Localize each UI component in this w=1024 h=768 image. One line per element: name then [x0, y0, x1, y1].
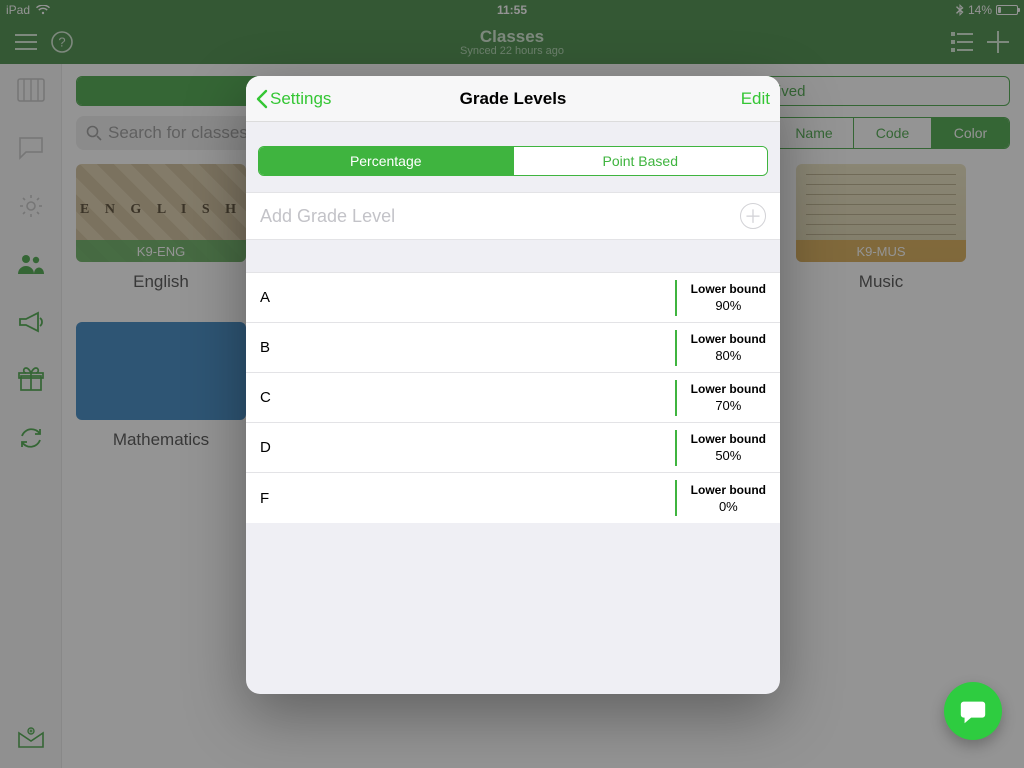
grade-row[interactable]: B Lower bound 80%: [246, 323, 780, 373]
grade-pct: 0%: [691, 499, 766, 514]
grade-list: A Lower bound 90% B Lower bound 80%: [246, 272, 780, 523]
lower-bound-label: Lower bound: [691, 332, 766, 346]
grade-levels-dialog: Settings Grade Levels Edit Percentage Po…: [246, 76, 780, 694]
lower-bound-label: Lower bound: [691, 282, 766, 296]
chat-fab[interactable]: [944, 682, 1002, 740]
back-label: Settings: [270, 89, 331, 109]
grade-row[interactable]: D Lower bound 50%: [246, 423, 780, 473]
seg-percentage[interactable]: Percentage: [259, 147, 513, 175]
grade-pct: 50%: [691, 448, 766, 463]
add-grade-placeholder: Add Grade Level: [260, 206, 395, 227]
grade-pct: 80%: [691, 348, 766, 363]
grade-letter: A: [260, 289, 270, 306]
grade-pct: 90%: [691, 298, 766, 313]
grade-row[interactable]: F Lower bound 0%: [246, 473, 780, 523]
grade-letter: D: [260, 439, 271, 456]
grade-row[interactable]: A Lower bound 90%: [246, 273, 780, 323]
dialog-nav: Settings Grade Levels Edit: [246, 76, 780, 122]
grade-row[interactable]: C Lower bound 70%: [246, 373, 780, 423]
lower-bound-label: Lower bound: [691, 382, 766, 396]
chevron-left-icon: [256, 89, 268, 109]
plus-circle-icon: ＋: [740, 203, 766, 229]
seg-point-based[interactable]: Point Based: [513, 147, 768, 175]
grade-letter: C: [260, 389, 271, 406]
grade-pct: 70%: [691, 398, 766, 413]
back-button[interactable]: Settings: [256, 89, 331, 109]
grade-type-seg: Percentage Point Based: [258, 146, 768, 176]
add-grade-level-row[interactable]: Add Grade Level ＋: [246, 192, 780, 240]
lower-bound-label: Lower bound: [691, 483, 766, 497]
grade-letter: B: [260, 339, 270, 356]
edit-button[interactable]: Edit: [741, 89, 770, 109]
grade-letter: F: [260, 490, 269, 507]
chat-bubble-icon: [958, 696, 988, 726]
lower-bound-label: Lower bound: [691, 432, 766, 446]
